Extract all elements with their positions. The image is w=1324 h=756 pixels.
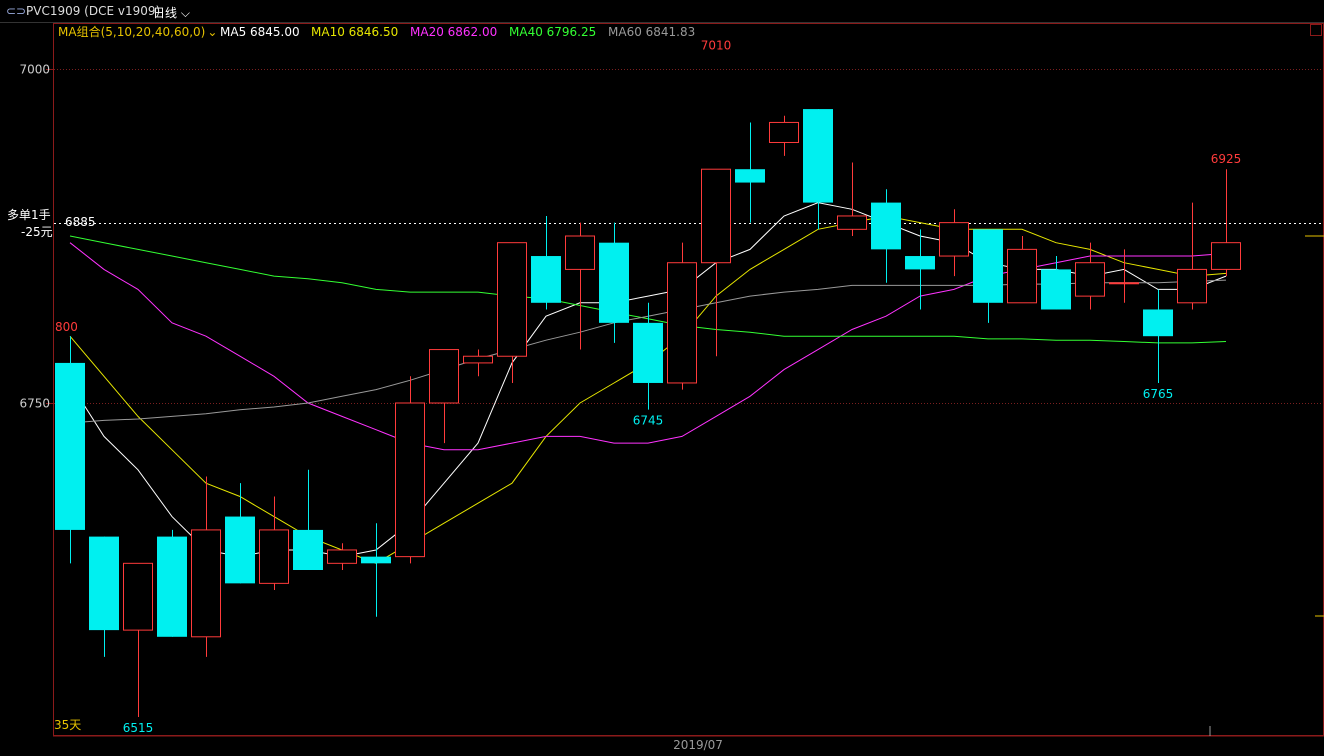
candle-body-down [633,322,663,383]
candle-body-down [293,529,323,570]
x-axis-label: 2019/07 [673,738,723,752]
candle-body-up [1211,242,1241,270]
candle-body-up [1109,282,1139,285]
y-tick-label: 7000 [19,63,50,77]
ma-group-label[interactable]: MA组合(5,10,20,40,60,0) ⌄ [58,24,217,39]
candle-body-up [939,222,969,257]
candle-body-up [395,402,425,558]
candle-body-down [55,362,85,530]
candle-body-up [259,529,289,584]
candle-body-down [225,516,255,584]
candle-body-down [973,229,1003,303]
position-price-label: 6885 [65,215,96,229]
left-marker-lower: 35天 [54,718,81,732]
candle-body-down [361,556,391,564]
candle-body-up [123,562,153,631]
candle-body-down [871,202,901,250]
price-annotation: 6745 [633,414,664,428]
chevron-down-icon: ⌄ [207,25,217,39]
price-annotation: 6925 [1211,152,1242,166]
position-pnl: -25元 [21,225,53,239]
ma5-label: MA5 6845.00 [220,25,300,39]
position-label: 多单1手 [7,208,51,222]
ma10-label: MA10 6846.50 [311,25,398,39]
candle-body-up [429,349,459,404]
candle-body-up [1075,262,1105,297]
candle-body-down [1041,269,1071,310]
candle-body-up [1177,268,1207,304]
left-marker-upper: 800 [55,320,78,334]
price-annotation: 7010 [701,39,732,53]
candle-body-up [463,355,493,364]
candle-body-down [531,256,561,303]
candle-body-down [89,536,119,631]
candle-body-up [565,235,595,270]
ma40-label: MA40 6796.25 [509,25,596,39]
ma20-label: MA20 6862.00 [410,25,497,39]
y-tick-label: 6750 [19,397,50,411]
candle-body-down [157,536,187,637]
candle-body-up [497,242,527,357]
candle-body-up [667,262,697,384]
candle-body-up [327,549,357,564]
candle-body-down [905,256,935,270]
candle-body-up [769,121,799,143]
candle-body-down [803,109,833,203]
candle-body-down [1143,309,1173,337]
candle-body-up [191,529,221,638]
price-annotation: 6515 [123,721,154,735]
candle-body-down [735,169,765,183]
price-annotation: 6765 [1143,387,1174,401]
candle-body-up [1007,248,1037,304]
ma60-label: MA60 6841.83 [608,25,695,39]
corner-box[interactable] [1310,24,1322,36]
candle-body-down [599,242,629,323]
candle-body-up [701,168,731,264]
candle-body-up [837,215,867,230]
candlestick-chart[interactable]: 7000 6750 7010 6745 6925 6765 6515 MA组合(5,10,… [0,0,1324,756]
